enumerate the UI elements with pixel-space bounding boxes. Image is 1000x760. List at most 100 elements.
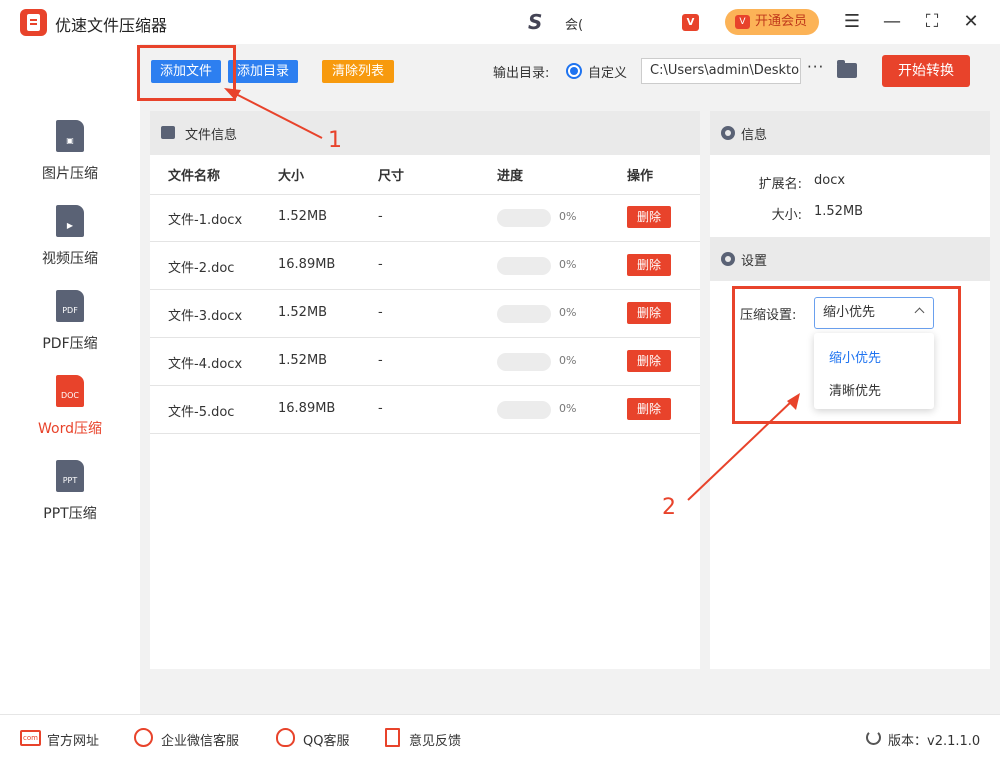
file-name: 文件-1.docx — [168, 213, 243, 228]
folder-icon[interactable] — [837, 60, 857, 78]
file-panel-title: 文件信息 — [185, 128, 238, 143]
app-title: 优速文件压缩器 — [55, 16, 168, 35]
delete-button[interactable]: 删除 — [627, 254, 671, 276]
sidebar-item-label: Word压缩 — [38, 421, 102, 437]
file-dim: - — [378, 209, 383, 224]
annotation-number-1: 1 — [328, 128, 342, 153]
app-logo-icon — [20, 9, 47, 36]
progress-text: 0% — [559, 210, 577, 223]
start-convert-button[interactable]: 开始转换 — [882, 55, 970, 87]
delete-button[interactable]: 删除 — [627, 398, 671, 420]
footer: com 官方网址 企业微信客服 QQ客服 意见反馈 版本：v2.1.1.0 — [0, 714, 1000, 760]
vip-badge-icon: V — [735, 15, 750, 29]
output-path-field[interactable]: C:\Users\admin\Deskto — [641, 58, 801, 84]
wechat-icon — [134, 728, 153, 747]
official-site-link[interactable]: 官方网址 — [47, 730, 99, 749]
image-file-icon: ▣ — [56, 120, 84, 152]
size-value: 1.52MB — [814, 204, 864, 219]
video-file-icon: ▶ — [56, 205, 84, 237]
sidebar: ▣ 图片压缩 ▶ 视频压缩 PDF PDF压缩 DOC Word压缩 PPT P… — [0, 44, 140, 714]
file-dim: - — [378, 353, 383, 368]
username[interactable]: 会( — [565, 14, 583, 33]
table-row[interactable]: 文件-4.docx 1.52MB - 0% 删除 — [150, 338, 700, 386]
clear-list-button[interactable]: 清除列表 — [322, 60, 394, 83]
progress-bar — [497, 257, 551, 275]
file-size: 1.52MB — [278, 209, 328, 224]
ext-label: 扩展名: — [758, 177, 802, 192]
info-header: 信息 — [710, 111, 990, 155]
file-size: 16.89MB — [278, 401, 336, 416]
output-dir-label: 输出目录: — [493, 66, 550, 81]
feedback-link[interactable]: 意见反馈 — [409, 730, 461, 749]
feedback-icon — [385, 728, 400, 747]
table-row[interactable]: 文件-1.docx 1.52MB - 0% 删除 — [150, 194, 700, 242]
file-name: 文件-4.docx — [168, 357, 243, 372]
file-dim: - — [378, 401, 383, 416]
vip-status-icon: V — [682, 14, 699, 31]
progress-text: 0% — [559, 354, 577, 367]
progress-text: 0% — [559, 306, 577, 319]
vip-button-label: 开通会员 — [755, 14, 808, 29]
toolbar: 添加文件 添加目录 清除列表 输出目录: 自定义 C:\Users\admin\… — [140, 44, 1000, 96]
col-header-progress: 进度 — [497, 169, 524, 184]
qq-support-link[interactable]: QQ客服 — [303, 730, 349, 749]
table-row[interactable]: 文件-3.docx 1.52MB - 0% 删除 — [150, 290, 700, 338]
delete-button[interactable]: 删除 — [627, 350, 671, 372]
gear-icon — [721, 252, 735, 266]
file-name: 文件-2.doc — [168, 261, 235, 276]
qq-icon — [276, 728, 295, 747]
col-header-action: 操作 — [627, 169, 654, 184]
file-size: 16.89MB — [278, 257, 336, 272]
sidebar-item-label: 视频压缩 — [42, 251, 98, 267]
file-dim: - — [378, 305, 383, 320]
sidebar-item-ppt[interactable]: PPT PPT压缩 — [0, 460, 140, 540]
refresh-icon[interactable] — [866, 730, 881, 745]
progress-bar — [497, 353, 551, 371]
file-name: 文件-5.doc — [168, 405, 235, 420]
pdf-file-icon: PDF — [56, 290, 84, 322]
size-label: 大小: — [771, 208, 802, 223]
progress-text: 0% — [559, 258, 577, 271]
progress-text: 0% — [559, 402, 577, 415]
user-avatar-icon[interactable]: S — [528, 10, 556, 34]
progress-bar — [497, 401, 551, 419]
title-bar: 优速文件压缩器 S 会( V V 开通会员 ☰ — ⛶ ✕ — [0, 0, 1000, 44]
add-directory-button[interactable]: 添加目录 — [228, 60, 298, 83]
settings-header: 设置 — [710, 237, 990, 281]
delete-button[interactable]: 删除 — [627, 206, 671, 228]
annotation-number-2: 2 — [662, 495, 676, 520]
menu-icon[interactable]: ☰ — [839, 9, 865, 35]
sidebar-item-video[interactable]: ▶ 视频压缩 — [0, 205, 140, 285]
wechat-support-link[interactable]: 企业微信客服 — [161, 730, 239, 749]
progress-bar — [497, 305, 551, 323]
sidebar-item-label: 图片压缩 — [42, 166, 98, 182]
close-icon[interactable]: ✕ — [958, 9, 984, 35]
sidebar-item-label: PPT压缩 — [43, 506, 97, 522]
maximize-icon[interactable]: ⛶ — [919, 9, 945, 35]
website-icon: com — [20, 730, 41, 746]
col-header-dim: 尺寸 — [378, 169, 405, 184]
info-title: 信息 — [741, 128, 768, 143]
sidebar-item-image[interactable]: ▣ 图片压缩 — [0, 120, 140, 200]
version-text: 版本：v2.1.1.0 — [888, 734, 981, 749]
settings-title: 设置 — [741, 254, 768, 269]
file-dim: - — [378, 257, 383, 272]
custom-output-radio[interactable] — [566, 63, 582, 79]
ppt-file-icon: PPT — [56, 460, 84, 492]
highlight-box-settings — [732, 286, 961, 424]
image-icon — [161, 126, 175, 139]
sidebar-item-pdf[interactable]: PDF PDF压缩 — [0, 290, 140, 370]
vip-button[interactable]: V 开通会员 — [725, 9, 819, 35]
custom-output-label[interactable]: 自定义 — [588, 62, 627, 81]
file-size: 1.52MB — [278, 353, 328, 368]
delete-button[interactable]: 删除 — [627, 302, 671, 324]
file-list-panel: 文件信息 文件名称 大小 尺寸 进度 操作 文件-1.docx 1.52MB -… — [150, 111, 700, 669]
table-row[interactable]: 文件-2.doc 16.89MB - 0% 删除 — [150, 242, 700, 290]
doc-file-icon: DOC — [56, 375, 84, 407]
file-name: 文件-3.docx — [168, 309, 243, 324]
minimize-icon[interactable]: — — [879, 9, 905, 35]
browse-more-icon[interactable]: ··· — [807, 58, 824, 76]
sidebar-item-word[interactable]: DOC Word压缩 — [0, 375, 140, 455]
table-row[interactable]: 文件-5.doc 16.89MB - 0% 删除 — [150, 386, 700, 434]
col-header-size: 大小 — [278, 169, 305, 184]
